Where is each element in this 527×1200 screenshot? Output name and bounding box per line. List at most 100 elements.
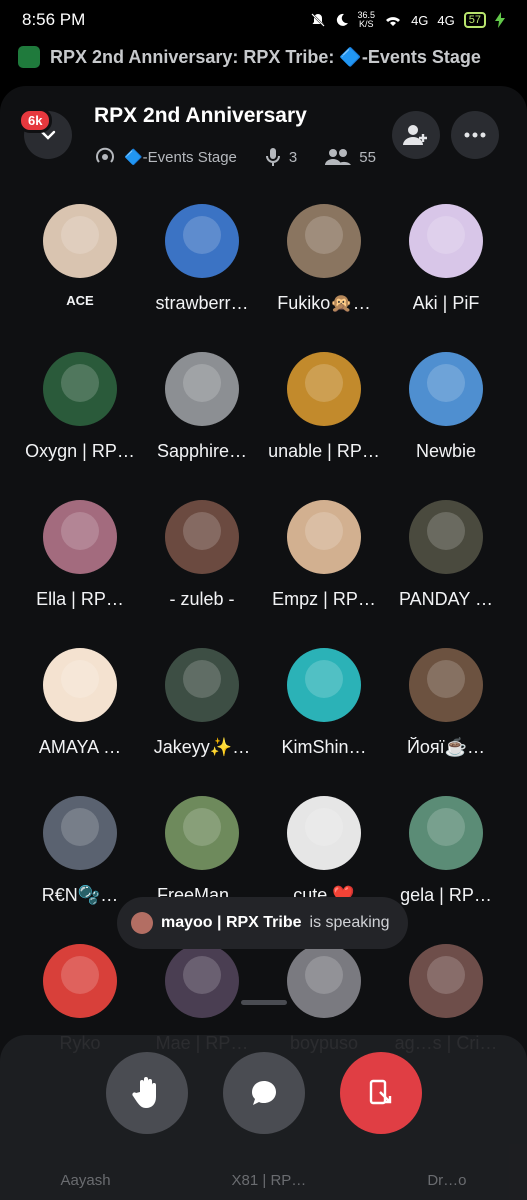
- leave-call-icon: [369, 1079, 392, 1105]
- participant-tile[interactable]: Sapphire…: [141, 352, 263, 462]
- speakers-count: 3: [288, 148, 298, 166]
- avatar: [409, 944, 483, 1018]
- more-options-button[interactable]: [451, 111, 499, 159]
- stage-sheet: 6k RPX 2nd Anniversary 🔷-Events Stage 3 …: [0, 86, 527, 1200]
- avatar: [287, 500, 361, 574]
- signal-4g-2: 4G: [437, 12, 455, 28]
- avatar: [287, 796, 361, 870]
- people-icon: [325, 149, 352, 165]
- chat-button[interactable]: [223, 1052, 305, 1134]
- participant-tile[interactable]: unable | RP…: [263, 352, 385, 462]
- participant-name: Fukiko🙊…: [277, 293, 371, 313]
- leave-stage-button[interactable]: [340, 1052, 422, 1134]
- stage-icon: [96, 147, 114, 163]
- avatar: [287, 352, 361, 426]
- speaking-suffix: is speaking: [309, 914, 390, 931]
- peek-name: Aayash: [60, 1172, 111, 1189]
- listeners-count: 55: [359, 148, 376, 166]
- participant-name: R€N🫧…: [41, 885, 119, 905]
- avatar: [165, 796, 239, 870]
- invite-button[interactable]: [392, 111, 440, 159]
- participant-tile[interactable]: Aki | PiF: [385, 204, 507, 314]
- participant-name: Sapphire…: [156, 441, 248, 461]
- avatar: [43, 500, 117, 574]
- signal-4g-1: 4G: [411, 12, 429, 28]
- participant-name: Jakeyy✨…: [153, 737, 251, 757]
- avatar: [409, 796, 483, 870]
- participant-name: strawberr…: [155, 293, 249, 313]
- participant-tile[interactable]: PANDAY …: [385, 500, 507, 610]
- peek-name: Dr…o: [427, 1172, 467, 1189]
- participant-tile[interactable]: AMAYA …: [19, 648, 141, 758]
- avatar: [43, 352, 117, 426]
- participant-name: ACE: [66, 293, 94, 308]
- participant-name: Empz | RP…: [272, 589, 376, 609]
- participant-tile[interactable]: cute ❤️: [263, 796, 385, 906]
- participant-tile[interactable]: - zuleb -: [141, 500, 263, 610]
- avatar: [165, 500, 239, 574]
- status-bar: 8:56 PM 36.5 K/S 4G 4G 57: [0, 0, 527, 40]
- net-speed: 36.5 K/S: [358, 11, 376, 29]
- participant-name: Oxygn | RP…: [25, 441, 135, 461]
- wifi-icon: [386, 17, 401, 26]
- avatar: [287, 648, 361, 722]
- participant-name: KimShin…: [281, 737, 367, 757]
- avatar: [409, 204, 483, 278]
- add-user-icon: [403, 125, 427, 145]
- server-icon: [18, 46, 40, 68]
- participant-tile[interactable]: Empz | RP…: [263, 500, 385, 610]
- activity-text: RPX 2nd Anniversary: RPX Tribe: 🔷-Events…: [50, 46, 481, 67]
- stage-title: RPX 2nd Anniversary: [94, 104, 307, 127]
- chat-bubble-icon: [252, 1081, 276, 1105]
- avatar: [409, 648, 483, 722]
- avatar: [43, 944, 117, 1018]
- participant-name: Ella | RP…: [36, 589, 124, 609]
- raise-hand-button[interactable]: [106, 1052, 188, 1134]
- avatar: [165, 648, 239, 722]
- moon-icon: [336, 13, 348, 26]
- peek-name: X81 | RP…: [231, 1172, 307, 1189]
- participant-tile[interactable]: Ella | RP…: [19, 500, 141, 610]
- participant-tile[interactable]: Newbie: [385, 352, 507, 462]
- participant-tile[interactable]: Jakeyy✨…: [141, 648, 263, 758]
- avatar: [165, 944, 239, 1018]
- participant-name: unable | RP…: [268, 441, 380, 461]
- stage-channel: 🔷-Events Stage: [124, 149, 237, 166]
- activity-bar[interactable]: RPX 2nd Anniversary: RPX Tribe: 🔷-Events…: [0, 42, 527, 72]
- avatar: [43, 204, 117, 278]
- microphone-icon: [265, 148, 280, 166]
- participant-tile[interactable]: Oxygn | RP…: [19, 352, 141, 462]
- participant-name: gela | RP…: [400, 885, 492, 905]
- mute-bell-icon: [310, 13, 325, 27]
- drawer-handle[interactable]: [241, 1000, 287, 1005]
- avatar: [409, 500, 483, 574]
- peek-row: Aayash X81 | RP… Dr…o: [0, 1172, 527, 1189]
- avatar: [43, 648, 117, 722]
- participant-tile[interactable]: KimShin…: [263, 648, 385, 758]
- speaking-name: mayoo | RPX Tribe: [161, 914, 302, 931]
- net-speed-unit: K/S: [359, 19, 374, 29]
- participant-tile[interactable]: FreeMan…: [141, 796, 263, 906]
- participant-tile[interactable]: R€N🫧…: [19, 796, 141, 906]
- avatar: [165, 204, 239, 278]
- participant-tile[interactable]: gela | RP…: [385, 796, 507, 906]
- avatar: [165, 352, 239, 426]
- avatar: [131, 912, 153, 934]
- battery-indicator: 57: [463, 12, 486, 28]
- participant-name: Йояї☕…: [406, 737, 486, 757]
- participant-tile[interactable]: Fukiko🙊…: [263, 204, 385, 314]
- participant-tile[interactable]: Йояї☕…: [385, 648, 507, 758]
- status-time: 8:56 PM: [22, 10, 86, 29]
- hand-icon: [132, 1077, 156, 1108]
- participant-name: PANDAY …: [398, 589, 494, 609]
- participant-name: - zuleb -: [169, 589, 235, 609]
- avatar: [409, 352, 483, 426]
- participant-tile[interactable]: ACE: [19, 204, 141, 314]
- more-icon: [464, 132, 486, 138]
- participant-name: AMAYA …: [38, 737, 122, 757]
- unread-badge: 6k: [18, 108, 53, 133]
- stage-meta: 🔷-Events Stage 3 55: [94, 146, 376, 168]
- participant-tile[interactable]: strawberr…: [141, 204, 263, 314]
- avatar: [287, 944, 361, 1018]
- status-icons: 36.5 K/S 4G 4G 57: [310, 11, 505, 29]
